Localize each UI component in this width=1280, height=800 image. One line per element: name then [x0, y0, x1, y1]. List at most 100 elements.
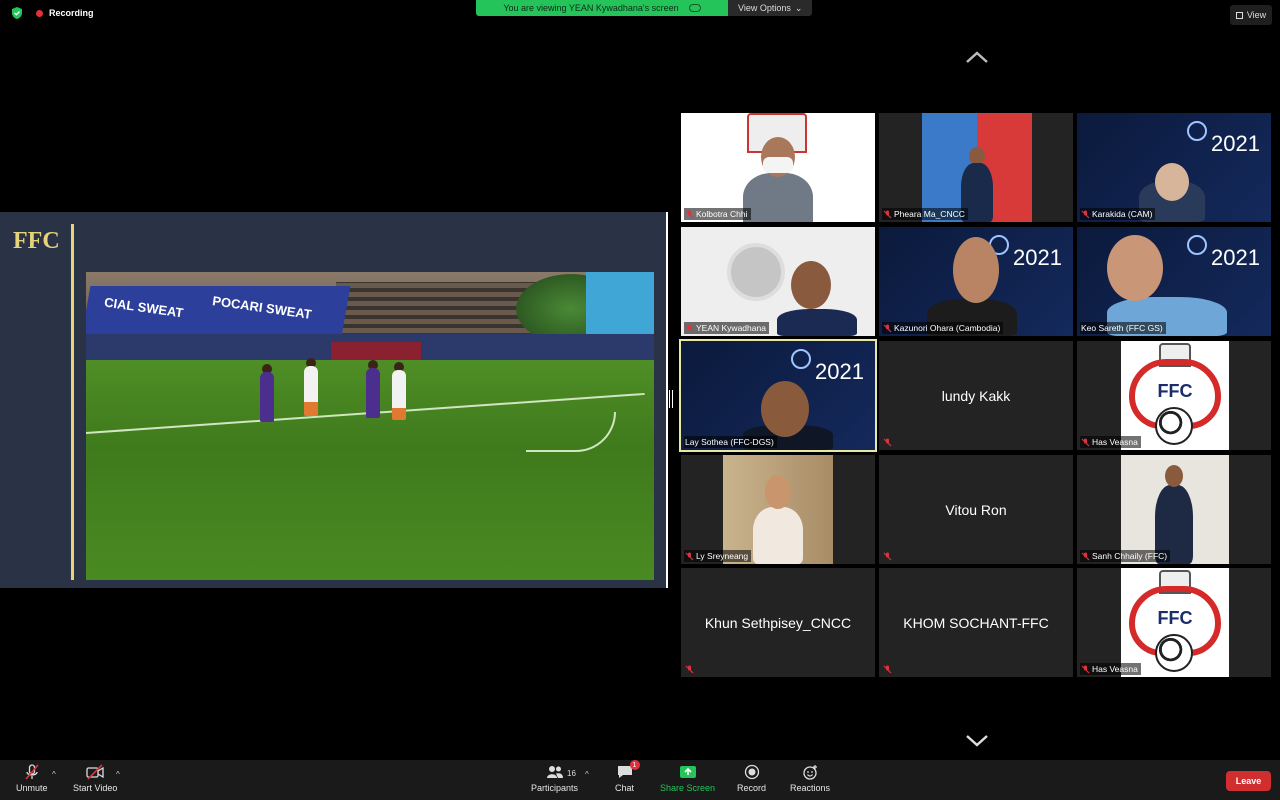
participant-name: YEAN Kywadhana	[696, 323, 766, 333]
grid-view-icon	[1235, 11, 1243, 19]
start-video-button[interactable]: Start Video	[73, 764, 117, 793]
mic-muted-icon	[1081, 210, 1090, 218]
record-button[interactable]: Record	[737, 764, 766, 793]
participant-name-tag: Keo Sareth (FFC GS)	[1080, 322, 1166, 334]
record-label: Record	[737, 783, 767, 793]
participant-name: Karakida (CAM)	[1092, 209, 1153, 219]
record-icon	[744, 764, 759, 780]
participant-name-tag: Ly Sreyneang	[684, 550, 752, 562]
mic-muted-icon	[883, 438, 892, 446]
participant-tile[interactable]: Vitou Ron	[879, 455, 1073, 564]
chat-button[interactable]: 1 Chat	[615, 760, 640, 793]
participant-name-tag: Kazunori Ohara (Cambodia)	[882, 322, 1004, 334]
mic-muted-icon	[685, 210, 694, 218]
chevron-up-icon[interactable]	[966, 50, 988, 64]
participant-name-tag: Has Veasna	[1080, 663, 1141, 675]
crest-text: FFC	[1157, 381, 1193, 401]
participant-tile[interactable]: 2021 Kazunori Ohara (Cambodia)	[879, 227, 1073, 336]
person	[743, 173, 813, 222]
participant-tile[interactable]: Ly Sreyneang	[681, 455, 875, 564]
recording-label: Recording	[49, 8, 94, 18]
participant-tile[interactable]: KHOM SOCHANT-FFC	[879, 568, 1073, 677]
participant-name: Kolbotra Chhi	[696, 209, 748, 219]
participant-tile[interactable]: 2021 Karakida (CAM)	[1077, 113, 1271, 222]
participant-display-name: Khun Sethpisey_CNCC	[704, 614, 852, 631]
participant-tile[interactable]: FFC Has Veasna	[1077, 568, 1271, 677]
participant-tile[interactable]: 2021 Keo Sareth (FFC GS)	[1077, 227, 1271, 336]
participant-name: Ly Sreyneang	[696, 551, 749, 561]
year-text: 2021	[1211, 245, 1260, 270]
recording-indicator[interactable]: Recording	[10, 6, 94, 20]
whistle-graphic	[727, 243, 785, 301]
blue-wall	[586, 272, 654, 342]
player-white	[392, 370, 406, 420]
participant-tile[interactable]: Pheara Ma_CNCC	[879, 113, 1073, 222]
ffc-seal-icon	[1187, 121, 1207, 141]
share-screen-button[interactable]: Share Screen	[660, 764, 715, 793]
mask	[763, 157, 793, 173]
participant-name-tag	[882, 663, 895, 675]
mic-muted-icon	[685, 665, 694, 673]
resize-handle[interactable]	[669, 390, 673, 408]
shield-check-icon	[12, 7, 22, 19]
reactions-smiley-icon	[803, 765, 818, 780]
start-video-label: Start Video	[73, 783, 118, 793]
reactions-button[interactable]: Reactions	[790, 764, 830, 793]
chat-icon: 1	[616, 760, 640, 780]
face	[791, 261, 831, 309]
face	[1107, 235, 1163, 301]
mic-muted-icon	[685, 552, 694, 560]
year-text: 2021	[1013, 245, 1062, 270]
audio-options-caret-icon[interactable]: ^	[52, 770, 56, 779]
share-border	[666, 212, 668, 588]
mic-muted-icon	[883, 210, 892, 218]
ffc-crest-image: FFC	[1121, 568, 1229, 677]
person	[753, 507, 803, 564]
participant-name-tag: Has Veasna	[1080, 436, 1141, 448]
share-screen-icon	[679, 766, 696, 778]
participant-tile[interactable]: Sanh Chhaily (FFC)	[1077, 455, 1271, 564]
participant-name-tag: Sanh Chhaily (FFC)	[1080, 550, 1171, 562]
recording-dot-icon	[36, 9, 43, 17]
video-off-icon	[86, 764, 104, 780]
participants-label: Participants	[531, 783, 579, 793]
participants-count: 16	[567, 769, 576, 778]
chat-unread-badge: 1	[629, 760, 640, 770]
unmute-label: Unmute	[16, 783, 48, 793]
share-screen-label: Share Screen	[660, 783, 716, 793]
meeting-toolbar: Unmute ^ Start Video ^ Participants 16 ^…	[0, 760, 1280, 800]
participant-display-name: lundy Kakk	[941, 387, 1011, 404]
mic-muted-icon	[1081, 438, 1090, 446]
year-text: 2021	[1211, 131, 1260, 156]
view-button[interactable]: View	[1230, 5, 1272, 25]
football-video: CIAL SWEAT POCARI SWEAT	[86, 272, 654, 580]
ffc-crest-image: FFC	[1121, 341, 1229, 450]
player-purple	[366, 368, 380, 418]
participant-name: Keo Sareth (FFC GS)	[1081, 323, 1163, 333]
mic-muted-icon	[1081, 665, 1090, 673]
participant-name: Pheara Ma_CNCC	[894, 209, 965, 219]
mic-muted-icon	[1081, 552, 1090, 560]
viewing-banner-text: You are viewing YEAN Kywadhana's screen	[503, 3, 679, 13]
football-icon	[1155, 407, 1193, 445]
chevron-down-icon[interactable]	[966, 734, 988, 748]
participant-tile[interactable]: FFC Has Veasna	[1077, 341, 1271, 450]
participant-display-name: KHOM SOCHANT-FFC	[903, 614, 1049, 631]
participant-tile[interactable]: lundy Kakk	[879, 341, 1073, 450]
participant-tile[interactable]: Kolbotra Chhi	[681, 113, 875, 222]
participant-name-tag	[882, 550, 895, 562]
cloud-icon	[688, 4, 701, 12]
participant-tile[interactable]: YEAN Kywadhana	[681, 227, 875, 336]
leave-button[interactable]: Leave	[1226, 771, 1271, 791]
ffc-seal-icon	[791, 349, 811, 369]
view-options-button[interactable]: View Options ⌄	[728, 0, 813, 16]
year-text: 2021	[815, 359, 864, 384]
participants-options-caret-icon[interactable]: ^	[585, 770, 589, 779]
participants-icon	[546, 766, 563, 778]
mic-muted-icon	[883, 665, 892, 673]
participant-tile-active-speaker[interactable]: 2021 Lay Sothea (FFC-DGS)	[679, 339, 877, 452]
video-options-caret-icon[interactable]: ^	[116, 770, 120, 779]
shared-screen[interactable]: FFC CIAL SWEAT POCARI SWEAT	[0, 212, 668, 588]
participant-tile[interactable]: Khun Sethpisey_CNCC	[681, 568, 875, 677]
unmute-button[interactable]: Unmute	[16, 764, 48, 793]
